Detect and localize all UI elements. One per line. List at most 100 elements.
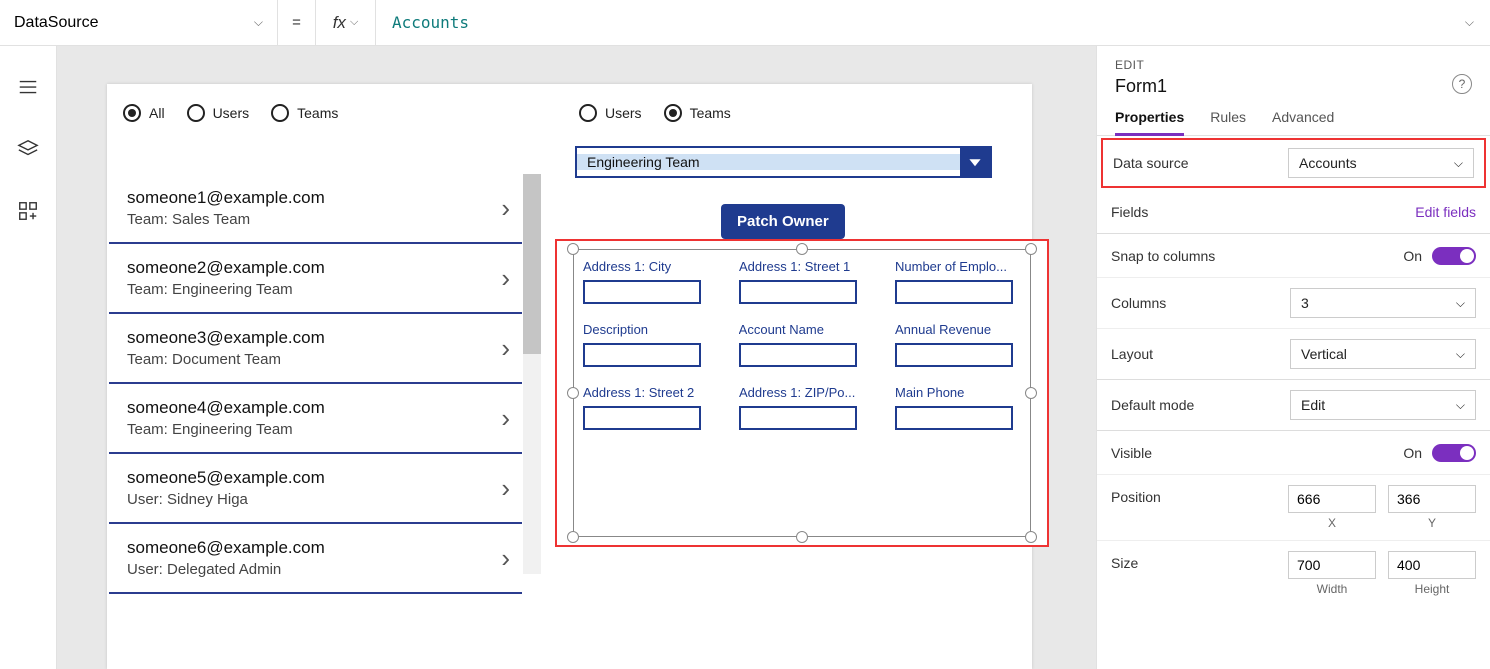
patch-owner-button[interactable]: Patch Owner <box>721 204 845 239</box>
default-mode-dropdown[interactable]: Edit⌵ <box>1290 390 1476 420</box>
property-selector[interactable]: DataSource ⌵ <box>0 0 278 45</box>
field-label: Account Name <box>739 322 865 337</box>
row-position: Position X Y <box>1097 475 1490 541</box>
chevron-right-icon: › <box>501 333 510 364</box>
tab-rules[interactable]: Rules <box>1210 109 1246 135</box>
field-label: Address 1: ZIP/Po... <box>739 385 865 400</box>
resize-handle[interactable] <box>1025 531 1037 543</box>
row-default-mode: Default mode Edit⌵ <box>1097 380 1490 431</box>
field-number-of-employees[interactable]: Number of Emplo... <box>895 259 1021 304</box>
toggle-value: On <box>1403 248 1422 264</box>
toggle-value: On <box>1403 445 1422 461</box>
field-input[interactable] <box>583 343 701 367</box>
field-address1-zip[interactable]: Address 1: ZIP/Po... <box>739 385 865 430</box>
field-input[interactable] <box>583 406 701 430</box>
radio-teams-right[interactable]: Teams <box>664 104 731 122</box>
resize-handle[interactable] <box>1025 243 1037 255</box>
left-filter-radios: All Users Teams <box>123 104 338 122</box>
field-label: Main Phone <box>895 385 1021 400</box>
field-input[interactable] <box>583 280 701 304</box>
layout-dropdown[interactable]: Vertical⌵ <box>1290 339 1476 369</box>
help-icon[interactable]: ? <box>1452 74 1472 94</box>
field-input[interactable] <box>739 343 857 367</box>
dropdown-button[interactable] <box>960 148 990 176</box>
layout-label: Layout <box>1111 346 1153 362</box>
field-label: Description <box>583 322 709 337</box>
list-item[interactable]: someone1@example.comTeam: Sales Team› <box>109 174 522 244</box>
list-item[interactable]: someone6@example.comUser: Delegated Admi… <box>109 524 522 594</box>
snap-toggle[interactable] <box>1432 247 1476 265</box>
field-annual-revenue[interactable]: Annual Revenue <box>895 322 1021 367</box>
formula-input[interactable]: Accounts ⌵ <box>376 0 1490 45</box>
field-input[interactable] <box>895 406 1013 430</box>
default-mode-label: Default mode <box>1111 397 1194 413</box>
field-address1-street1[interactable]: Address 1: Street 1 <box>739 259 865 304</box>
layers-icon[interactable] <box>17 138 39 160</box>
data-source-dropdown[interactable]: Accounts ⌵ <box>1288 148 1474 178</box>
size-width-input[interactable] <box>1288 551 1376 579</box>
position-y-input[interactable] <box>1388 485 1476 513</box>
field-account-name[interactable]: Account Name <box>739 322 865 367</box>
list-item[interactable]: someone4@example.comTeam: Engineering Te… <box>109 384 522 454</box>
formula-value: Accounts <box>392 13 469 32</box>
field-input[interactable] <box>895 343 1013 367</box>
chevron-right-icon: › <box>501 403 510 434</box>
dropdown-value: Edit <box>1301 397 1325 413</box>
field-label: Annual Revenue <box>895 322 1021 337</box>
dropdown-value: 3 <box>1301 295 1309 311</box>
chevron-down-icon: ⌵ <box>1456 296 1465 311</box>
property-tabs: Properties Rules Advanced <box>1097 109 1490 136</box>
position-x-input[interactable] <box>1288 485 1376 513</box>
resize-handle[interactable] <box>796 531 808 543</box>
chevron-right-icon: › <box>501 193 510 224</box>
field-address1-city[interactable]: Address 1: City <box>583 259 709 304</box>
resize-handle[interactable] <box>567 243 579 255</box>
list-item-subtitle: Team: Document Team <box>127 351 325 368</box>
field-description[interactable]: Description <box>583 322 709 367</box>
chevron-down-icon: ⌵ <box>1456 347 1465 362</box>
resize-handle[interactable] <box>1025 387 1037 399</box>
edit-fields-link[interactable]: Edit fields <box>1415 204 1476 220</box>
tab-advanced[interactable]: Advanced <box>1272 109 1334 135</box>
chevron-down-icon: ⌵ <box>350 16 358 29</box>
resize-handle[interactable] <box>567 387 579 399</box>
position-label: Position <box>1111 485 1161 505</box>
resize-handle[interactable] <box>567 531 579 543</box>
radio-users[interactable]: Users <box>187 104 250 122</box>
size-height-input[interactable] <box>1388 551 1476 579</box>
field-input[interactable] <box>739 280 857 304</box>
components-icon[interactable] <box>17 200 39 222</box>
tab-properties[interactable]: Properties <box>1115 109 1184 136</box>
list-scrollbar[interactable] <box>523 174 541 574</box>
selected-control-name: Form1 <box>1115 76 1472 97</box>
resize-handle[interactable] <box>796 243 808 255</box>
row-columns: Columns 3⌵ <box>1097 278 1490 329</box>
field-input[interactable] <box>895 280 1013 304</box>
field-label: Address 1: City <box>583 259 709 274</box>
visible-toggle[interactable] <box>1432 444 1476 462</box>
field-input[interactable] <box>739 406 857 430</box>
columns-label: Columns <box>1111 295 1166 311</box>
list-item-subtitle: User: Delegated Admin <box>127 561 325 578</box>
columns-dropdown[interactable]: 3⌵ <box>1290 288 1476 318</box>
radio-users-right[interactable]: Users <box>579 104 642 122</box>
radio-all[interactable]: All <box>123 104 165 122</box>
list-item-title: someone5@example.com <box>127 468 325 488</box>
field-main-phone[interactable]: Main Phone <box>895 385 1021 430</box>
team-dropdown[interactable]: Engineering Team <box>575 146 992 178</box>
list-item[interactable]: someone2@example.comTeam: Engineering Te… <box>109 244 522 314</box>
hamburger-icon[interactable] <box>17 76 39 98</box>
right-filter-radios: Users Teams <box>579 104 731 122</box>
caption: Y <box>1388 516 1476 530</box>
radio-teams[interactable]: Teams <box>271 104 338 122</box>
caption: Width <box>1288 582 1376 596</box>
row-snap-to-columns: Snap to columns On <box>1097 234 1490 278</box>
list-item[interactable]: someone5@example.comUser: Sidney Higa› <box>109 454 522 524</box>
field-address1-street2[interactable]: Address 1: Street 2 <box>583 385 709 430</box>
list-item[interactable]: someone3@example.comTeam: Document Team› <box>109 314 522 384</box>
dropdown-value: Engineering Team <box>577 154 960 170</box>
fx-button[interactable]: fx ⌵ <box>316 0 376 45</box>
scroll-thumb[interactable] <box>523 174 541 354</box>
form1-selection[interactable]: Address 1: City Address 1: Street 1 Numb… <box>555 239 1049 547</box>
radio-label: Users <box>213 105 250 121</box>
